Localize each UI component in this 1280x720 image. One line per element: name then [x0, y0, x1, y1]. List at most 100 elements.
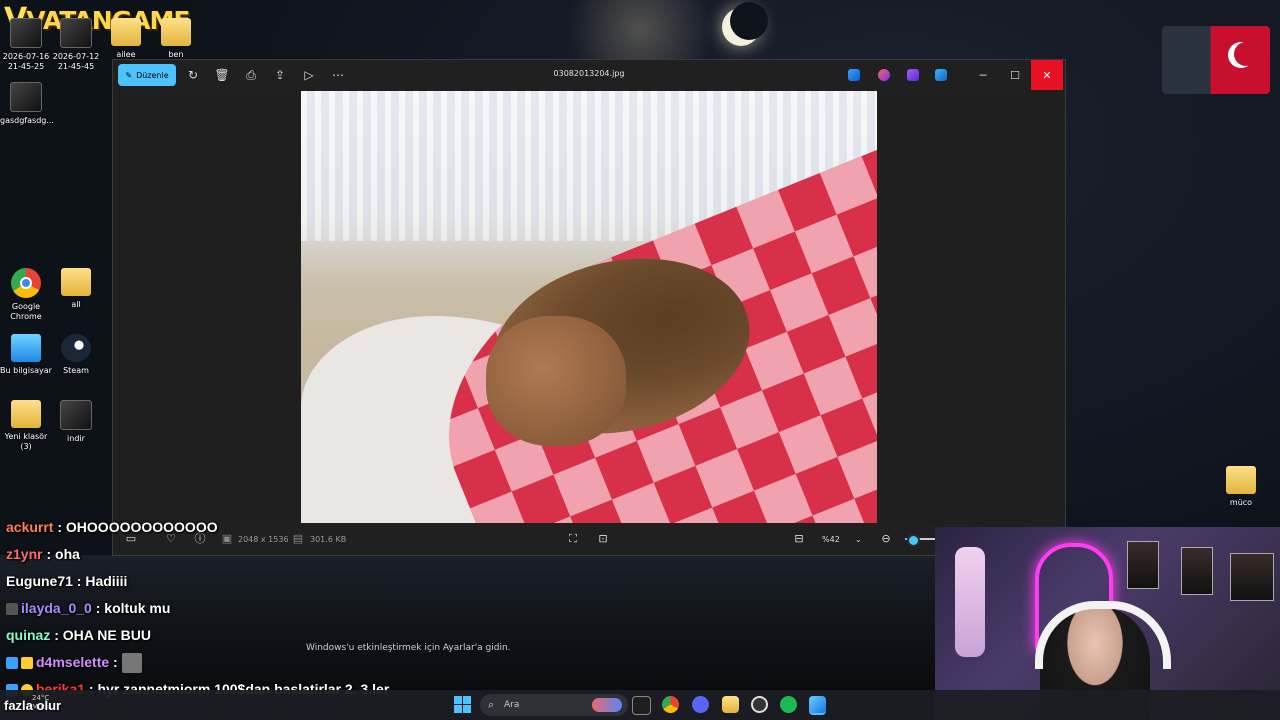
video-thumbnail-icon — [10, 18, 42, 48]
moon-shadow — [730, 2, 768, 40]
chat-username: ackurrt — [6, 519, 54, 535]
title-bar: ✎ Düzenle ↻ 🗑 ⎙ ⇪ ▷ ⋯ 03082013204.jpg ─ … — [113, 60, 1065, 90]
desktop-icon-label: Yeni klasör (3) — [4, 432, 48, 451]
chat-message: Eugune71 : Hadiiii — [6, 573, 128, 589]
desktop-icon-steam[interactable]: Steam — [50, 334, 102, 376]
activation-watermark: Windows'u etkinleştirmek için Ayarlar'a … — [306, 643, 511, 653]
desktop-icon-label: indir — [67, 434, 85, 443]
taskbar: 24°C Mutlu ⌕ Ara — [0, 690, 1280, 720]
desktop-icon-chrome[interactable]: Google Chrome — [0, 268, 52, 322]
onedrive-icon[interactable] — [935, 69, 947, 81]
video-thumbnail-icon — [60, 18, 92, 48]
photos-window: ✎ Düzenle ↻ 🗑 ⎙ ⇪ ▷ ⋯ 03082013204.jpg ─ … — [113, 60, 1065, 555]
image-thumbnail-icon — [10, 82, 42, 112]
chat-badge-icon — [6, 657, 18, 670]
spotify-icon[interactable] — [780, 696, 797, 713]
desktop-icon-all[interactable]: all — [50, 268, 102, 310]
desktop-icon-ailee[interactable]: ailee — [100, 18, 152, 60]
wall-poster — [1230, 553, 1274, 601]
video-editor-icon[interactable] — [907, 69, 919, 81]
task-view-icon[interactable] — [632, 696, 651, 715]
chat-message: z1ynr : oha — [6, 546, 80, 562]
chat-text: OHOOOOOOOOOOOO — [65, 519, 218, 535]
microphone — [955, 547, 985, 657]
desktop-icon-label: müco — [1229, 498, 1253, 507]
folder-icon — [111, 18, 141, 46]
desktop-icon-this-pc[interactable]: Bu bilgisayar — [0, 334, 52, 376]
computer-icon — [11, 334, 41, 362]
stream-chat: ackurrt : OHOOOOOOOOOOOO z1ynr : oha Eug… — [6, 514, 389, 703]
folder-icon — [61, 268, 91, 296]
search-icon: ⌕ — [488, 698, 495, 711]
desktop-icon-label: all — [71, 300, 81, 309]
chat-badge-icon — [6, 603, 18, 616]
zoom-dropdown[interactable]: %42 ⌄ — [815, 531, 867, 548]
chat-message: d4mselette : — [6, 649, 389, 676]
desktop-icon-label: gasdgfasdg... — [0, 116, 54, 125]
desktop-icon-gasdg[interactable]: gasdgfasdg... — [0, 82, 54, 126]
desktop-icon-new-folder[interactable]: Yeni klasör (3) — [0, 400, 52, 452]
chat-username: d4mselette — [36, 654, 110, 670]
taskbar-search[interactable]: ⌕ Ara — [480, 694, 628, 716]
chat-text: OHA NE BUU — [62, 627, 151, 643]
chat-text: oha — [55, 546, 80, 562]
fit-to-window-icon[interactable]: ⛶ — [566, 532, 580, 546]
folder-icon — [161, 18, 191, 46]
desktop-icon-label: 2026-07-12 21-45-45 — [52, 52, 100, 71]
window-title: 03082013204.jpg — [553, 69, 625, 78]
chat-text: koltuk mu — [104, 600, 171, 616]
stream-caption: fazla olur — [4, 698, 62, 713]
maximize-button[interactable]: ☐ — [999, 60, 1031, 90]
zoom-out-icon[interactable]: ⊖ — [879, 532, 893, 546]
start-button[interactable] — [454, 696, 471, 713]
chat-message: ackurrt : OHOOOOOOOOOOOO — [6, 519, 218, 535]
chrome-icon — [11, 268, 41, 298]
file-explorer-icon[interactable] — [722, 696, 739, 713]
desktop-icon-label: ben — [168, 50, 184, 59]
close-button[interactable]: ✕ — [1031, 60, 1063, 90]
obs-icon[interactable] — [751, 696, 768, 713]
zoom-value: %42 — [822, 535, 840, 544]
photo-face — [486, 316, 626, 446]
chat-username: Eugune71 — [6, 573, 73, 589]
desktop-icon-label: Bu bilgisayar — [0, 366, 52, 375]
zoom-slider-thumb[interactable] — [907, 534, 920, 547]
desktop-icon-video-1[interactable]: 2026-07-16 21-45-25 — [0, 18, 52, 72]
desktop-icon-indir[interactable]: indir — [50, 400, 102, 444]
steam-icon — [61, 334, 91, 362]
chat-message: ilayda_0_0 : koltuk mu — [6, 595, 389, 622]
image-thumbnail-icon — [60, 400, 92, 430]
actual-size-icon[interactable]: ⊡ — [596, 532, 610, 546]
wall-poster — [1181, 547, 1213, 595]
emote-icon — [121, 653, 142, 674]
desktop-icon-label: Google Chrome — [10, 302, 42, 321]
discord-icon[interactable] — [692, 696, 709, 713]
designer-app-icon[interactable] — [848, 69, 860, 81]
clipchamp-icon[interactable] — [878, 69, 890, 81]
photo-viewer — [113, 90, 1065, 524]
displayed-photo[interactable] — [301, 91, 877, 523]
search-highlight-icon — [592, 698, 622, 712]
desktop-icon-ben[interactable]: ben — [150, 18, 202, 60]
chat-username: quinaz — [6, 627, 51, 643]
photos-taskbar-icon[interactable] — [809, 696, 826, 715]
crescent-cutout — [1234, 42, 1258, 66]
flag-portrait-image — [1162, 26, 1270, 94]
chrome-taskbar-icon[interactable] — [662, 696, 679, 713]
chat-username: ilayda_0_0 — [21, 600, 92, 616]
chevron-down-icon: ⌄ — [855, 535, 862, 544]
chat-badge-icon — [21, 657, 33, 670]
wall-poster — [1127, 541, 1159, 589]
desktop-icon-label: ailee — [116, 50, 136, 59]
crop-view-icon[interactable]: ⊟ — [792, 532, 806, 546]
desktop-icon-video-2[interactable]: 2026-07-12 21-45-45 — [50, 18, 102, 72]
desktop-icon-label: Steam — [63, 366, 89, 375]
minimize-button[interactable]: ─ — [967, 60, 999, 90]
desktop-icon-muco[interactable]: müco — [1215, 466, 1267, 508]
folder-icon — [11, 400, 41, 428]
desktop-icon-label: 2026-07-16 21-45-25 — [2, 52, 50, 71]
folder-icon — [1226, 466, 1256, 494]
chat-text: Hadiiii — [85, 573, 128, 589]
chat-username: z1ynr — [6, 546, 43, 562]
search-placeholder: Ara — [504, 700, 520, 710]
